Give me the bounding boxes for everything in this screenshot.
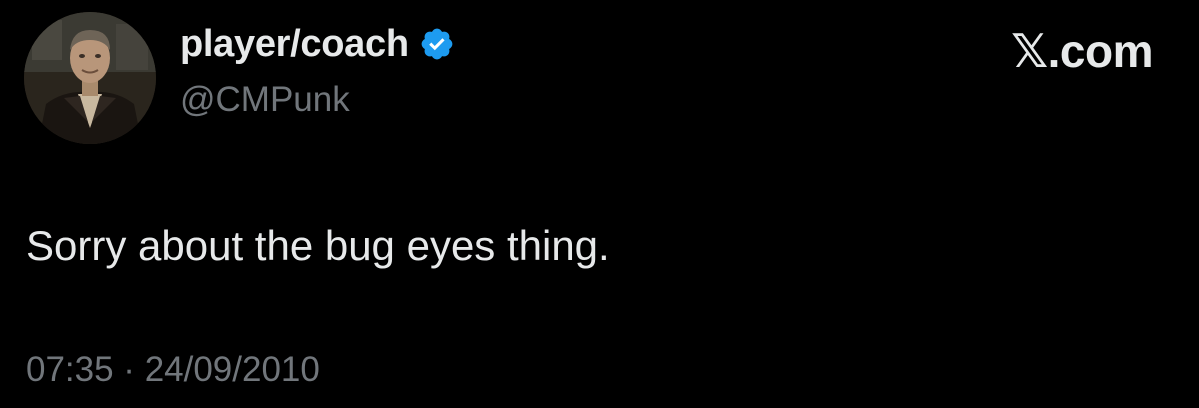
- tweet-card: player/coach @CMPunk 𝕏.com Sorry about t…: [0, 0, 1199, 408]
- site-logo-label: 𝕏.com: [1011, 25, 1153, 77]
- tweet-timestamp[interactable]: 07:35 · 24/09/2010: [26, 348, 320, 392]
- author-display-name[interactable]: player/coach: [180, 22, 409, 66]
- avatar[interactable]: [24, 12, 156, 144]
- avatar-photo: [24, 12, 156, 144]
- author-handle[interactable]: @CMPunk: [180, 78, 350, 122]
- tweet-text: Sorry about the bug eyes thing.: [26, 222, 610, 269]
- author-name-row: player/coach: [180, 22, 455, 66]
- verified-badge-icon: [419, 26, 455, 62]
